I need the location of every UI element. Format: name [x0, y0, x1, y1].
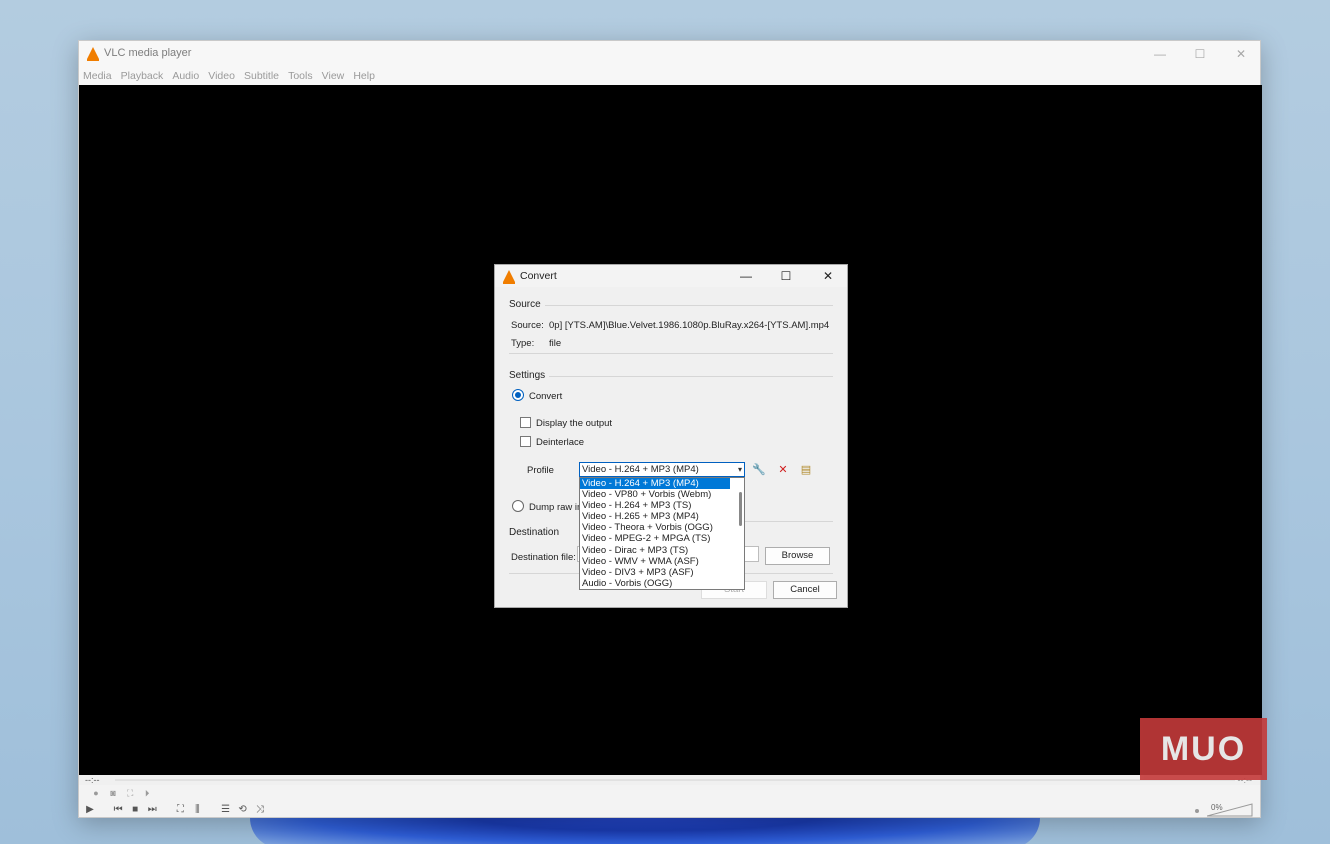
snapshot-icon[interactable]: ◙ — [106, 788, 120, 798]
menu-subtitle[interactable]: Subtitle — [240, 67, 281, 82]
source-path: 0p] [YTS.AM]\Blue.Velvet.1986.1080p.BluR… — [549, 320, 830, 331]
menu-video[interactable]: Video — [204, 67, 237, 82]
fullscreen-icon[interactable]: ⛶ — [173, 804, 187, 815]
divider — [549, 376, 833, 377]
seek-bar[interactable]: --:-- --:-- — [79, 775, 1260, 785]
menu-playback[interactable]: Playback — [117, 67, 166, 82]
destination-group-label: Destination — [509, 527, 560, 538]
title-bar: VLC media player — ☐ ✕ — [79, 41, 1260, 67]
dump-raw-label: Dump raw in — [529, 502, 583, 513]
vlc-cone-icon — [87, 47, 99, 61]
list-item[interactable]: Video - VP80 + Vorbis (Webm) — [580, 489, 730, 500]
shuffle-icon[interactable]: ⤨ — [253, 804, 267, 815]
dialog-minimize-button[interactable]: — — [726, 266, 766, 286]
divider — [545, 305, 833, 306]
list-item[interactable]: Video - Theora + Vorbis (OGG) — [580, 522, 730, 533]
display-output-label: Display the output — [536, 418, 613, 429]
vlc-cone-icon — [503, 270, 515, 284]
display-output-checkbox[interactable] — [520, 417, 531, 428]
playback-controls: ▶ ⏮ ■ ⏭ ⛶ ⫼ ☰ ⟲ ⤨ — [83, 803, 267, 817]
loop-icon[interactable]: ⟲ — [236, 804, 250, 815]
menu-bar: Media Playback Audio Video Subtitle Tool… — [79, 67, 1260, 85]
dialog-title-bar: Convert — ☐ ✕ — [495, 265, 847, 287]
menu-audio[interactable]: Audio — [168, 67, 201, 82]
menu-view[interactable]: View — [318, 67, 347, 82]
playlist-icon[interactable]: ☰ — [219, 804, 233, 815]
deinterlace-checkbox[interactable] — [520, 436, 531, 447]
play-icon[interactable]: ▶ — [83, 804, 97, 815]
loop-ab-icon[interactable]: ⛶ — [123, 788, 137, 799]
dialog-close-button[interactable]: ✕ — [808, 266, 848, 286]
deinterlace-label: Deinterlace — [536, 437, 585, 448]
list-item[interactable]: Video - MPEG-2 + MPGA (TS) — [580, 533, 730, 544]
desktop-wallpaper — [250, 818, 1040, 844]
list-item[interactable]: Video - DIV3 + MP3 (ASF) — [580, 567, 730, 578]
dialog-maximize-button[interactable]: ☐ — [766, 266, 806, 286]
source-label: Source: — [511, 320, 544, 331]
list-item[interactable]: Video - H.264 + MP3 (TS) — [580, 500, 730, 511]
muo-watermark-logo: MUO — [1140, 718, 1267, 780]
seek-track[interactable] — [115, 779, 1235, 781]
stop-icon[interactable]: ■ — [128, 804, 142, 815]
divider — [745, 521, 833, 522]
list-item[interactable]: Video - H.264 + MP3 (MP4) — [580, 478, 730, 490]
list-item[interactable]: Video - Dirac + MP3 (TS) — [580, 545, 730, 556]
convert-radio-label: Convert — [529, 391, 563, 402]
delete-profile-icon[interactable]: ✕ — [775, 462, 791, 478]
list-item[interactable]: Video - WMV + WMA (ASF) — [580, 556, 730, 567]
convert-radio[interactable] — [512, 389, 524, 401]
dump-raw-radio[interactable] — [512, 500, 524, 512]
divider — [509, 353, 833, 354]
elapsed-time: --:-- — [85, 775, 100, 785]
list-item[interactable]: Video - H.265 + MP3 (MP4) — [580, 511, 730, 522]
speaker-icon[interactable] — [1195, 809, 1199, 813]
close-button[interactable]: ✕ — [1221, 44, 1261, 64]
type-value: file — [549, 338, 562, 349]
maximize-button[interactable]: ☐ — [1180, 44, 1220, 64]
destination-file-label: Destination file: — [511, 552, 576, 563]
minimize-button[interactable]: — — [1140, 44, 1180, 64]
convert-dialog: Convert — ☐ ✕ Source Source: 0p] [YTS.AM… — [494, 264, 848, 608]
menu-media[interactable]: Media — [79, 67, 114, 82]
advanced-controls: ● ◙ ⛶ ⏵ — [89, 787, 154, 801]
menu-tools[interactable]: Tools — [284, 67, 315, 82]
frame-step-icon[interactable]: ⏵ — [140, 788, 154, 799]
profile-label: Profile — [527, 465, 554, 476]
type-label: Type: — [511, 338, 535, 349]
cancel-button[interactable]: Cancel — [773, 581, 837, 599]
wrench-icon[interactable]: 🔧 — [751, 462, 767, 478]
new-profile-icon[interactable]: ▤ — [798, 462, 814, 478]
record-icon[interactable]: ● — [89, 788, 103, 798]
volume-level: 0% — [1211, 803, 1223, 812]
source-group-label: Source — [509, 299, 541, 310]
profile-selected-value: Video - H.264 + MP3 (MP4) — [582, 464, 699, 475]
profile-select[interactable]: Video - H.264 + MP3 (MP4) ▾ — [579, 462, 745, 477]
chevron-down-icon: ▾ — [737, 465, 742, 474]
extended-settings-icon[interactable]: ⫼ — [190, 804, 204, 815]
app-title: VLC media player — [104, 47, 192, 59]
profile-dropdown-list[interactable]: Video - H.264 + MP3 (MP4) Video - VP80 +… — [579, 477, 745, 590]
menu-help[interactable]: Help — [349, 67, 377, 82]
browse-button[interactable]: Browse — [765, 547, 830, 565]
dropdown-scrollbar[interactable] — [739, 492, 742, 526]
dialog-title: Convert — [520, 270, 557, 282]
list-item[interactable]: Audio - Vorbis (OGG) — [580, 578, 730, 589]
settings-group-label: Settings — [509, 370, 546, 381]
previous-icon[interactable]: ⏮ — [111, 804, 125, 815]
next-icon[interactable]: ⏭ — [145, 804, 159, 815]
